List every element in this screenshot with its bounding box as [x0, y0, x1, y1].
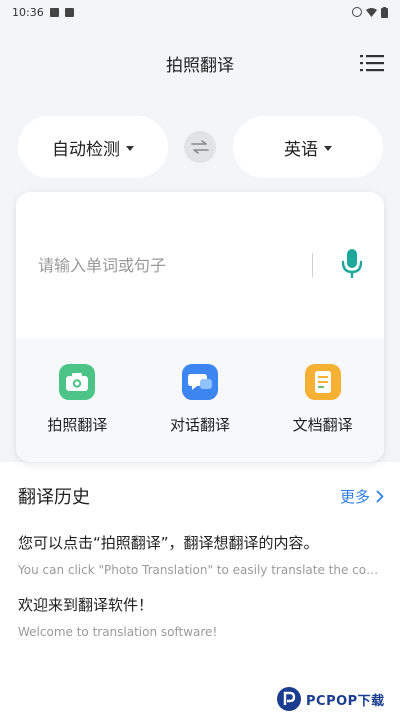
status-left: 10:36: [12, 6, 74, 19]
watermark-text: PCPOP下载: [306, 693, 385, 709]
source-language-select[interactable]: 自动检测: [18, 116, 168, 178]
caret-down-icon: [126, 145, 134, 151]
caret-down-icon: [324, 145, 332, 151]
tool-label: 文档翻译: [292, 416, 353, 434]
tools-row: 拍照翻译 对话翻译 文档翻译: [16, 338, 384, 462]
text-input[interactable]: [38, 248, 308, 282]
input-divider: [312, 253, 313, 277]
input-area: [16, 192, 384, 338]
image-notification-icon: [49, 7, 59, 17]
swap-arrows-icon: [191, 140, 209, 154]
document-translate-button[interactable]: 文档翻译: [261, 338, 384, 462]
history-item-source: 欢迎来到翻译软件！: [18, 596, 154, 614]
history-title: 翻译历史: [18, 487, 90, 508]
photo-translate-button[interactable]: 拍照翻译: [16, 338, 139, 462]
more-history-link[interactable]: 更多: [340, 486, 384, 507]
app-bar: 拍照翻译: [0, 40, 400, 86]
camera-icon: [59, 364, 96, 400]
history-header: 翻译历史 更多: [18, 482, 384, 510]
history-item-translation: Welcome to translation software!: [18, 625, 218, 639]
swap-languages-button[interactable]: [184, 131, 216, 163]
history-item-source: 您可以点击“拍照翻译”，翻译想翻译的内容。: [18, 534, 319, 552]
history-item-translation: You can click "Photo Translation" to eas…: [18, 563, 384, 577]
dialogue-translate-button[interactable]: 对话翻译: [139, 338, 262, 462]
more-label: 更多: [339, 487, 370, 506]
target-language-select[interactable]: 英语: [233, 116, 383, 178]
translate-card: 拍照翻译 对话翻译 文档翻译: [16, 192, 384, 462]
source-language-label: 自动检测: [52, 139, 120, 160]
dnd-icon: [352, 7, 362, 17]
status-bar: 10:36: [0, 0, 400, 24]
list-menu-icon[interactable]: [360, 52, 384, 74]
download-notification-icon: [64, 7, 74, 17]
pcpop-logo-icon: [277, 687, 301, 711]
microphone-icon: [341, 249, 363, 278]
wifi-icon: [366, 8, 377, 17]
battery-icon: [381, 6, 388, 18]
voice-input-button[interactable]: [338, 246, 366, 282]
history-item[interactable]: 您可以点击“拍照翻译”，翻译想翻译的内容。 You can click "Pho…: [18, 532, 384, 577]
history-item[interactable]: 欢迎来到翻译软件！ Welcome to translation softwar…: [18, 594, 384, 639]
watermark-logo: PCPOP下载: [276, 684, 396, 714]
tool-label: 拍照翻译: [47, 416, 108, 434]
chat-icon: [182, 364, 218, 400]
status-right: [352, 6, 388, 18]
status-time: 10:36: [12, 5, 44, 19]
chevron-right-icon: [376, 490, 384, 502]
target-language-label: 英语: [284, 139, 318, 160]
document-icon: [304, 364, 341, 400]
page-title: 拍照翻译: [166, 55, 234, 76]
tool-label: 对话翻译: [170, 416, 231, 434]
